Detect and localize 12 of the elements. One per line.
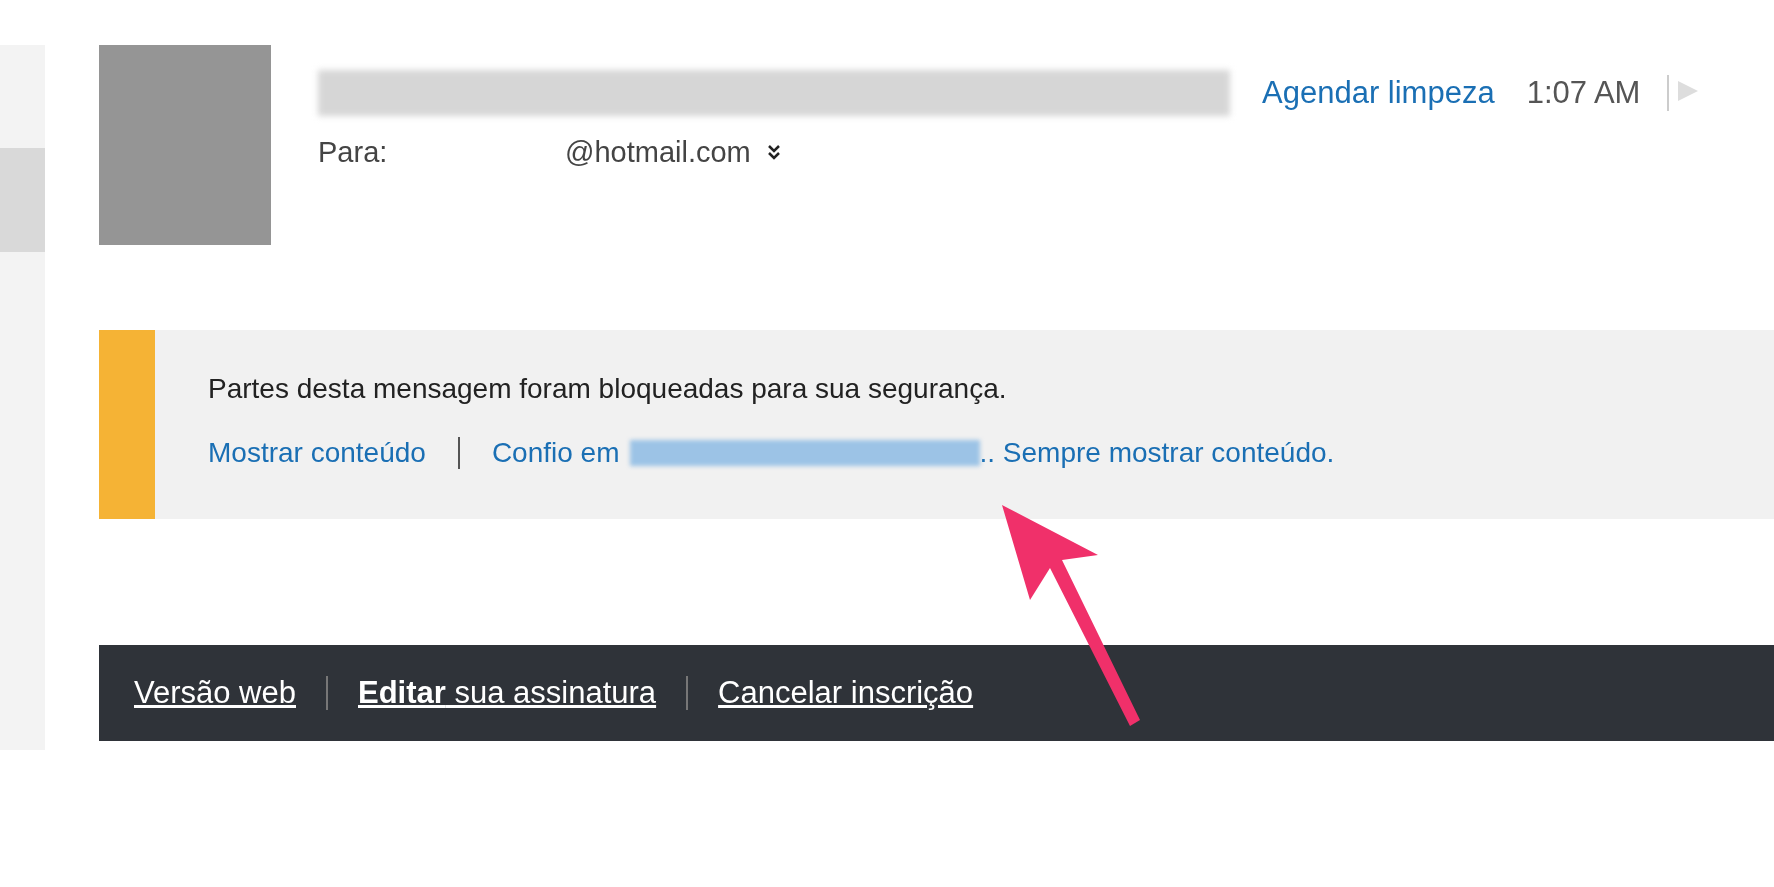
trust-sender-link[interactable]: Confio em .. Sempre mostrar conteúdo. <box>491 432 1335 474</box>
to-label: Para: <box>318 135 389 170</box>
notice-message: Partes desta mensagem foram bloqueadas para sua segurança. <box>208 372 1008 406</box>
show-content-link[interactable]: Mostrar conteúdo <box>208 432 426 474</box>
footer-link[interactable]: Cancelar inscrição <box>718 669 974 717</box>
expand-chevron-icon[interactable] <box>766 143 781 162</box>
schedule-cleanup-link[interactable]: Agendar limpeza <box>1262 69 1495 117</box>
footer-link[interactable]: Versão web <box>134 669 296 717</box>
time: 1:07 AM <box>1526 73 1641 112</box>
footer-link[interactable]: Editar sua assinatura <box>358 669 657 717</box>
recipient-address: @hotmail.com <box>565 135 751 170</box>
sidebar-item[interactable] <box>0 148 45 252</box>
